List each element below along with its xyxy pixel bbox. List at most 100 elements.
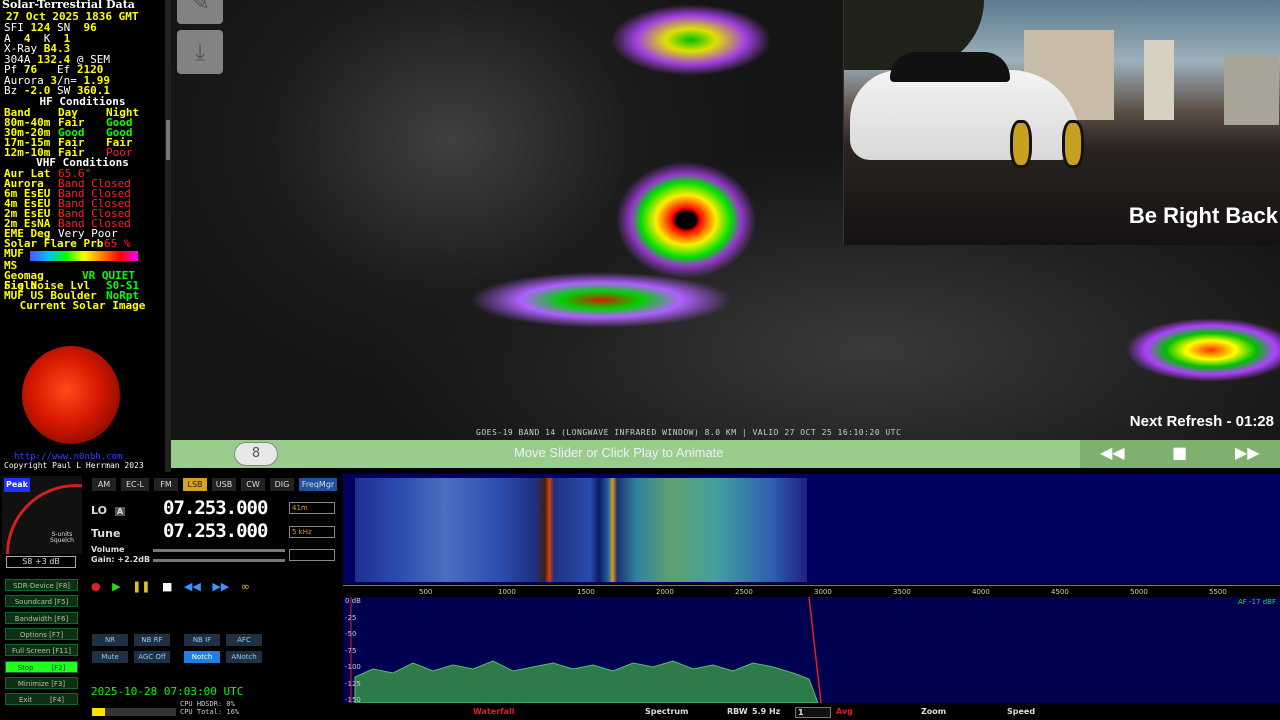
- spectrum-y-label: -75: [345, 646, 357, 655]
- rewind-button[interactable]: ◀◀: [1100, 443, 1125, 462]
- muf-ms-row: MUF MS: [0, 248, 165, 271]
- axis-tick-label: 500: [419, 588, 433, 596]
- waterfall-label[interactable]: Waterfall: [473, 707, 515, 716]
- flare-row: Solar Flare Prb 65 %: [4, 236, 131, 250]
- function-key-button[interactable]: SDR-Device [F8]: [5, 579, 78, 591]
- animation-slider-bar[interactable]: 8 Move Slider or Click Play to Animate ◀…: [171, 440, 1280, 468]
- volume-label: Volume: [91, 545, 125, 554]
- axis-tick-label: 4500: [1051, 588, 1069, 596]
- spectrum-display[interactable]: 0 dB -25 -50 -75 -100 -125 -150 AF -17 dBF: [343, 597, 1280, 703]
- dsp-button-anotch[interactable]: ANotch: [226, 651, 262, 663]
- rbw-value: 5.9 Hz: [752, 707, 781, 716]
- hf-table: 80m-40m Fair Good 30m-20m Good Good 17m-15m Fai…: [0, 117, 165, 158]
- s-meter: Peak S-units Squelch: [2, 476, 82, 554]
- webcam-overlay: Be Right Back: [843, 0, 1280, 245]
- muf-color-scale: [30, 250, 138, 261]
- spectrum-y-label: -125: [345, 679, 361, 688]
- function-key-button[interactable]: Full Screen [F11]: [5, 644, 78, 657]
- solar-image-title: Current Solar Image: [19, 298, 146, 312]
- s-meter-readout: S8 +3 dB: [6, 556, 76, 568]
- forward-icon[interactable]: ▶▶: [212, 580, 229, 593]
- function-key-button[interactable]: Soundcard [F5]: [5, 595, 78, 608]
- axis-tick-label: 5000: [1130, 588, 1148, 596]
- avg-select[interactable]: 1: [795, 707, 831, 718]
- pause-icon[interactable]: ❚❚: [132, 580, 150, 593]
- frequency-axis: 500 1000 1500 2000 2500 3000 3500 4000 4500 5000 5…: [343, 585, 1280, 597]
- axis-tick-label: 2500: [735, 588, 753, 596]
- mode-button-ec-l[interactable]: EC-L: [121, 478, 149, 491]
- avg-label[interactable]: Avg: [836, 707, 853, 716]
- spectrum-y-label: -50: [345, 630, 357, 638]
- spectrum-graph: [350, 597, 822, 703]
- axis-tick-label: 1000: [498, 588, 516, 596]
- volume-slider[interactable]: [153, 549, 285, 552]
- dsp-button-afc[interactable]: AFC: [226, 634, 262, 646]
- dsp-button-nb-if[interactable]: NB IF: [184, 634, 220, 646]
- forward-button[interactable]: ▶▶: [1235, 443, 1260, 462]
- function-key-button[interactable]: Exit [F4]: [5, 693, 78, 706]
- spectrum-y-label: -25: [345, 613, 357, 622]
- extra-select[interactable]: [289, 549, 335, 561]
- stop-icon[interactable]: ■: [162, 580, 172, 593]
- mode-button-fm[interactable]: FM: [154, 478, 178, 491]
- frame-slider-thumb[interactable]: 8: [234, 442, 278, 466]
- axis-tick-label: 3500: [893, 588, 911, 596]
- solar-image: [22, 346, 120, 444]
- peak-button[interactable]: Peak: [4, 478, 30, 492]
- animation-controls: ◀◀ ■ ▶▶: [1080, 440, 1280, 468]
- mode-button-dig[interactable]: DIG: [270, 478, 294, 491]
- spectrum-trace: [354, 660, 819, 703]
- zoom-label[interactable]: Zoom: [921, 707, 946, 716]
- dsp-button-nr[interactable]: NR: [92, 634, 128, 646]
- scroll-thumb[interactable]: [166, 120, 170, 160]
- dsp-button-agc-off[interactable]: AGC Off: [134, 651, 170, 663]
- be-right-back-text: Be Right Back: [1128, 203, 1278, 228]
- spectrum-controls: Waterfall Spectrum RBW 5.9 Hz 1 Avg Zoom…: [343, 705, 1280, 720]
- record-icon[interactable]: ●: [91, 580, 101, 593]
- speed-label[interactable]: Speed: [1007, 707, 1035, 716]
- waterfall-display[interactable]: [343, 474, 1280, 584]
- solar-indices: SFI 124 SN 96 A 4 K 1 X-Ray B4.3 304A 132.4…: [0, 21, 165, 97]
- solar-index-value: Bz: [4, 84, 24, 97]
- function-key-button[interactable]: Bandwidth [F6]: [5, 611, 78, 624]
- lo-badge[interactable]: A: [114, 507, 126, 516]
- datetime: 2025-10-28 07:03:00 UTC: [91, 685, 244, 698]
- wheel: [1010, 120, 1032, 168]
- dsp-button-nb-rf[interactable]: NB RF: [134, 634, 170, 646]
- copyright: Copyright Paul L Herrman 2023: [4, 461, 144, 470]
- axis-tick-label: 3000: [814, 588, 832, 596]
- stop-button[interactable]: ■: [1172, 443, 1187, 462]
- loop-icon[interactable]: ∞: [241, 580, 250, 593]
- spectrum-y-label: -150: [345, 696, 361, 703]
- function-key-button[interactable]: Stop [F2]: [5, 660, 78, 673]
- function-key-button[interactable]: Options [F7]: [5, 627, 78, 640]
- dsp-button-notch[interactable]: Notch: [184, 651, 220, 663]
- playback-controls: ● ▶ ❚❚ ■ ◀◀ ▶▶ ∞: [91, 580, 258, 593]
- tune-frequency[interactable]: 07.253.000: [163, 520, 268, 542]
- step-select[interactable]: 5 kHz: [289, 526, 335, 538]
- wheel: [1062, 120, 1084, 168]
- tools-button[interactable]: ✎: [177, 0, 223, 24]
- building: [1144, 40, 1174, 120]
- gain-label: Gain: +2.2dB: [91, 555, 151, 564]
- cpu-usage: CPU HDSDR: 0% CPU Total: 16%: [180, 700, 240, 716]
- vhf-table: Aur Lat 65.6° Aurora Band Closed 6m EsEU Band…: [0, 168, 165, 229]
- car: [850, 52, 1084, 168]
- solar-index-value: 96: [83, 21, 97, 34]
- spectrum-label[interactable]: Spectrum: [645, 707, 688, 716]
- axis-tick-label: 1500: [577, 588, 595, 596]
- mode-button-freqmgr[interactable]: FreqMgr: [299, 478, 337, 491]
- function-key-button[interactable]: Minimize [F3]: [5, 676, 78, 689]
- mode-button-cw[interactable]: CW: [241, 478, 265, 491]
- rewind-icon[interactable]: ◀◀: [184, 580, 201, 593]
- dsp-button-mute[interactable]: Mute: [92, 651, 128, 663]
- mode-button-am[interactable]: AM: [92, 478, 116, 491]
- mode-button-lsb[interactable]: LSB: [183, 478, 207, 491]
- gain-slider[interactable]: [153, 559, 285, 562]
- play-icon[interactable]: ▶: [112, 580, 120, 593]
- spectrum-y-label: 0 dB: [345, 597, 361, 605]
- lo-frequency[interactable]: 07.253.000: [163, 497, 268, 519]
- download-button[interactable]: ⤓: [177, 30, 223, 74]
- mode-button-usb[interactable]: USB: [212, 478, 236, 491]
- band-select[interactable]: 41m: [289, 502, 335, 514]
